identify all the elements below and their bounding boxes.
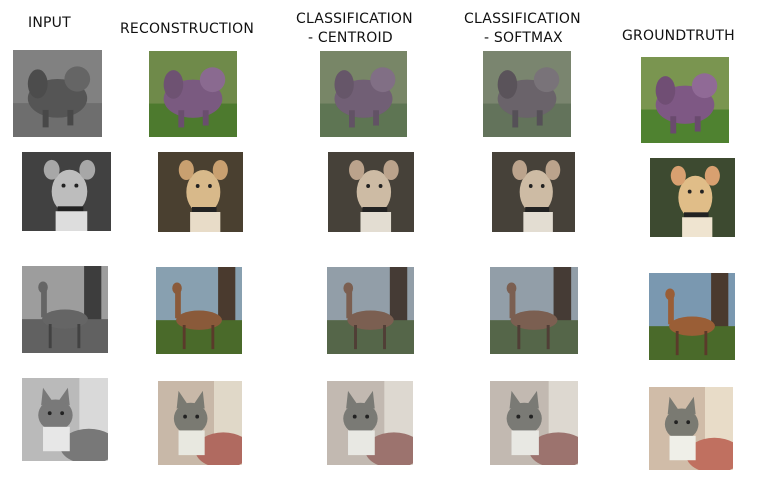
row3-classification-softmax-image — [490, 267, 578, 354]
header-groundtruth: GROUNDTRUTH — [622, 28, 735, 44]
row4-groundtruth-image — [649, 387, 733, 470]
row2-reconstruction-image — [158, 152, 243, 232]
row3-classification-centroid-image — [327, 267, 414, 354]
row1-input-image — [13, 50, 102, 137]
row3-groundtruth-image — [649, 273, 735, 360]
row4-reconstruction-image — [158, 381, 242, 465]
row2-input-image — [22, 152, 111, 231]
row2-classification-centroid-image — [328, 152, 414, 232]
header-classification-softmax-line2: - SOFTMAX — [484, 30, 563, 46]
header-input: INPUT — [28, 15, 71, 31]
header-classification-centroid-line1: CLASSIFICATION — [296, 11, 413, 27]
row4-classification-centroid-image — [327, 381, 413, 465]
row1-classification-centroid-image — [320, 51, 407, 137]
row1-groundtruth-image — [641, 57, 729, 143]
row1-reconstruction-image — [149, 51, 237, 137]
row1-classification-softmax-image — [483, 51, 571, 137]
header-classification-centroid-line2: - CENTROID — [308, 30, 393, 46]
header-classification-softmax-line1: CLASSIFICATION — [464, 11, 581, 27]
row2-classification-softmax-image — [492, 152, 575, 232]
header-reconstruction: RECONSTRUCTION — [120, 21, 255, 37]
row4-input-image — [22, 378, 108, 461]
row3-input-image — [22, 266, 108, 353]
row3-reconstruction-image — [156, 267, 242, 354]
row2-groundtruth-image — [650, 158, 735, 237]
row4-classification-softmax-image — [490, 381, 578, 465]
